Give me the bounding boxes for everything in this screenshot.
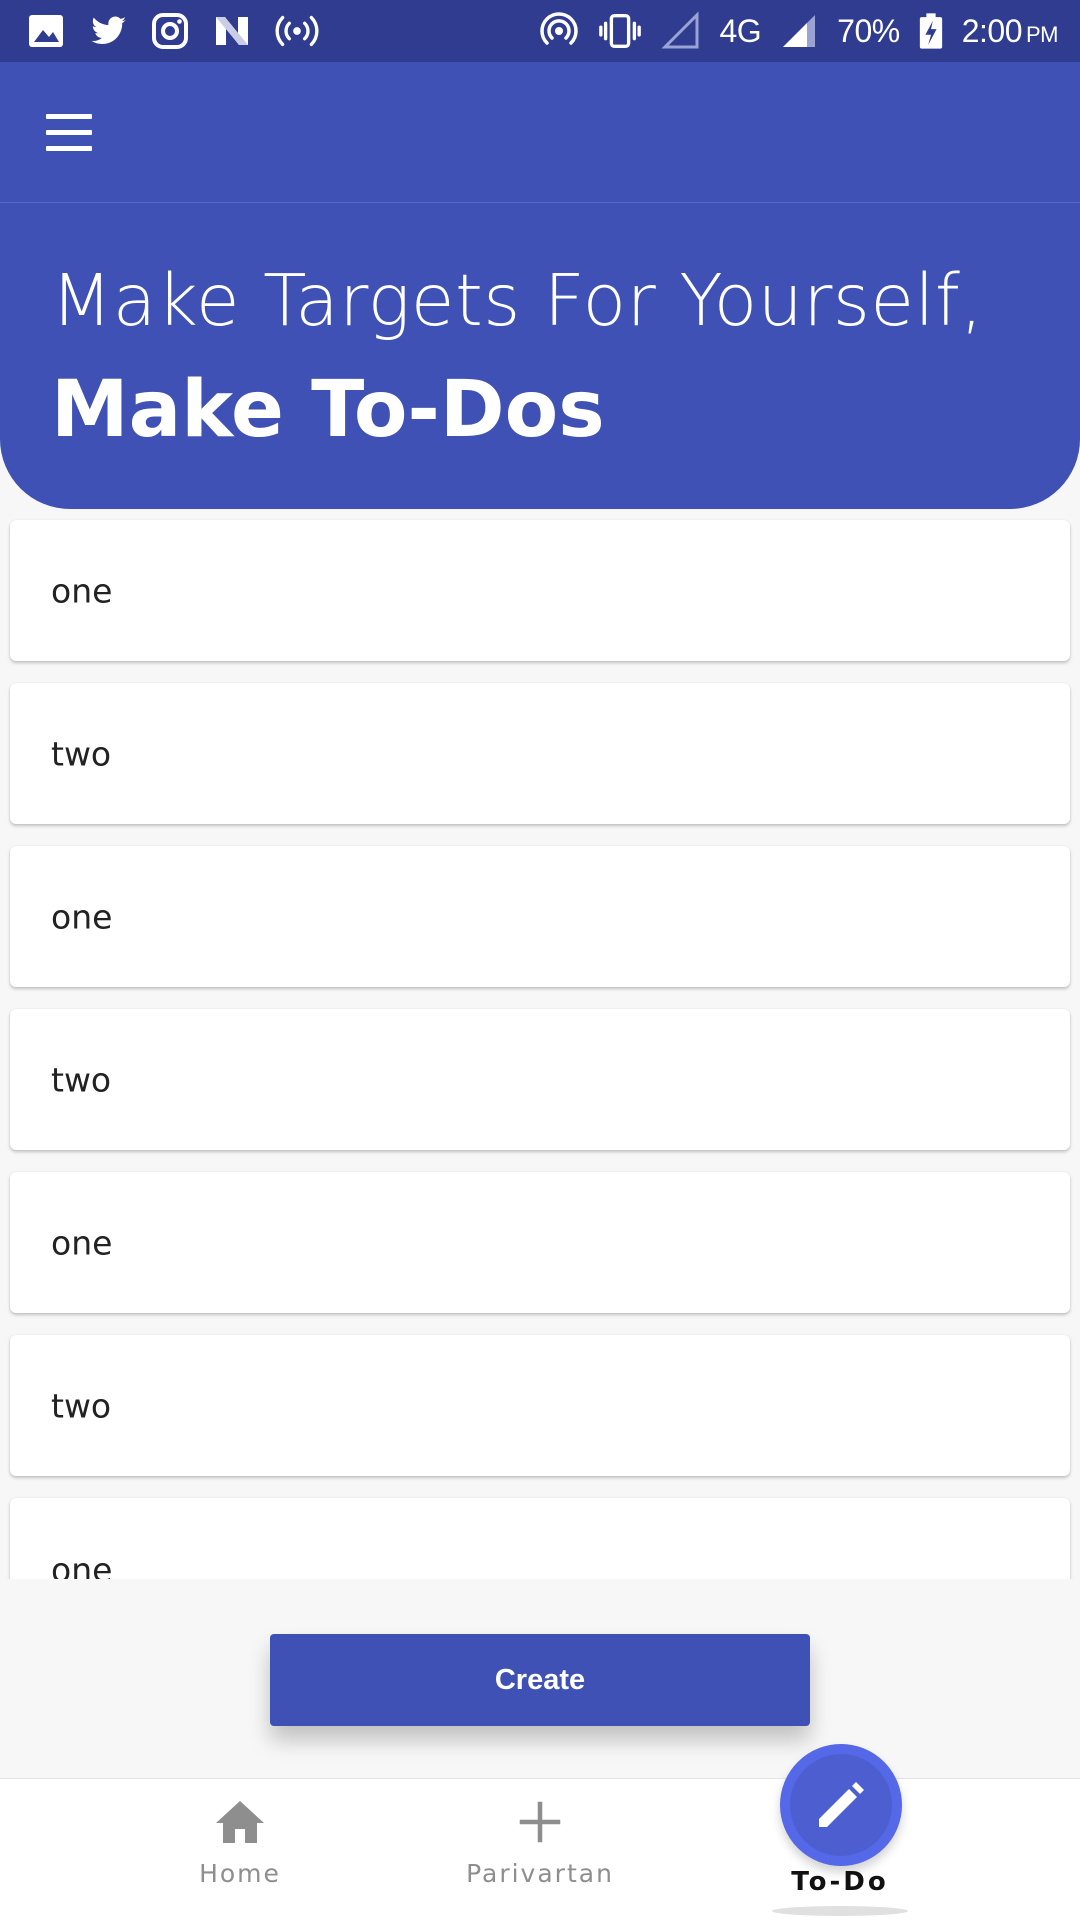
bottom-nav: Home Parivartan To-Do <box>0 1778 1080 1921</box>
nav-item-home[interactable]: Home <box>120 1779 360 1921</box>
todo-list[interactable]: one two one two one two one <box>0 509 1080 1579</box>
todo-label: two <box>51 1386 112 1425</box>
todo-label: two <box>51 734 112 773</box>
todo-label: one <box>51 1550 113 1580</box>
status-bar: 4G 70% 2:00 PM <box>0 0 1080 62</box>
todo-item[interactable]: two <box>10 1009 1070 1150</box>
nav-label-todo: To-Do <box>791 1867 889 1897</box>
create-button[interactable]: Create <box>270 1634 810 1726</box>
fab-shadow <box>772 1906 908 1916</box>
signal-icon <box>783 15 816 47</box>
todo-item[interactable]: one <box>10 520 1070 661</box>
todo-label: one <box>51 571 113 610</box>
headline-tagline: Make Targets For Yourself, <box>51 259 984 342</box>
header-banner: Make Targets For Yourself, Make To-Dos <box>0 203 1080 509</box>
app-bar <box>0 62 1080 203</box>
status-bar-system: 4G 70% 2:00 PM <box>539 8 1059 54</box>
pencil-icon <box>819 1782 864 1827</box>
status-bar-notifications <box>26 10 320 52</box>
plus-icon <box>519 1801 561 1843</box>
network-type: 4G <box>719 12 762 49</box>
hamburger-menu-icon[interactable] <box>34 102 108 164</box>
nav-item-parivartan[interactable]: Parivartan <box>420 1779 660 1921</box>
hotspot-icon <box>540 12 579 45</box>
twitter-icon <box>91 16 126 45</box>
nav-label-home: Home <box>199 1859 281 1888</box>
headline-title: Make To-Dos <box>51 365 605 455</box>
gallery-icon <box>29 15 63 47</box>
n-icon <box>216 17 248 45</box>
todo-item[interactable]: two <box>10 1335 1070 1476</box>
home-icon <box>216 1801 264 1843</box>
vibrate-icon <box>599 13 642 49</box>
instagram-icon <box>152 13 188 49</box>
todo-item[interactable]: one <box>10 1172 1070 1313</box>
todo-label: two <box>51 1060 112 1099</box>
battery-percent: 70% <box>837 12 900 49</box>
battery-charging-icon <box>919 13 942 49</box>
nav-label-parivartan: Parivartan <box>466 1859 614 1888</box>
broadcast-icon <box>275 15 319 47</box>
todo-fab[interactable] <box>780 1744 902 1866</box>
todo-label: one <box>51 1223 113 1262</box>
todo-item[interactable]: two <box>10 683 1070 824</box>
todo-item[interactable]: one <box>10 1498 1070 1579</box>
todo-label: one <box>51 897 113 936</box>
todo-item[interactable]: one <box>10 846 1070 987</box>
clock: 2:00 PM <box>961 12 1059 49</box>
signal-empty-icon <box>661 11 699 49</box>
